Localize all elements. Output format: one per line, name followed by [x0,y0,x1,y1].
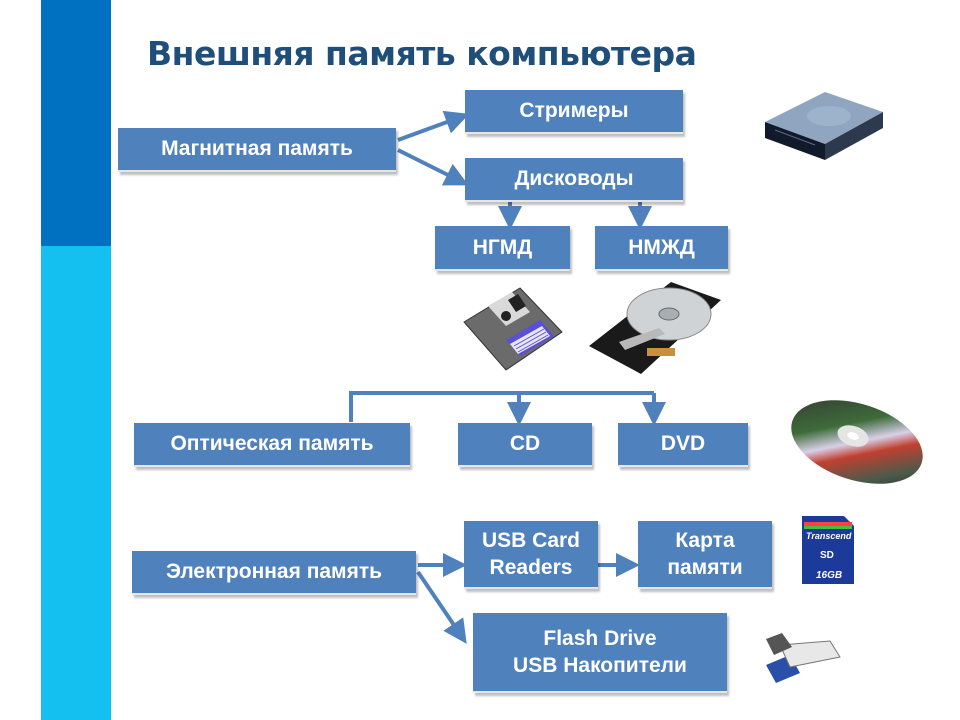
hdd-box: НМЖД [595,226,728,271]
flash-drive-line1: Flash Drive [543,626,657,650]
card-reader-line2: Readers [489,556,573,579]
slide-title: Внешняя память компьютера [147,34,697,73]
hdd-label: НМЖД [628,235,695,259]
optical-drive-icon [765,92,883,160]
electronic-memory-label: Электронная память [165,560,383,584]
memory-card-box: Карта памяти [638,521,772,589]
memory-card-line1: Карта [675,528,735,552]
dvd-box: DVD [618,423,748,467]
arrow-electronic-to-flash [416,570,467,644]
accent-bar-bottom [41,246,111,720]
fdd-label: НГМД [472,235,533,259]
flash-drive-box: Flash Drive USB Накопители [473,613,727,693]
card-reader-box: USB Card Readers [464,521,598,589]
card-reader-line1: USB Card [481,528,581,552]
drives-label: Дисководы [514,167,634,191]
arrow-magnetic-to-drives [397,148,469,186]
optical-memory-box: Оптическая память [134,423,410,467]
streamers-box: Стримеры [465,90,683,134]
dvd-label: DVD [660,432,706,456]
memory-card-line2: памяти [667,556,743,579]
sd-card-icon: Transcend SD 16GB [802,516,854,584]
magnetic-memory-label: Магнитная память [161,137,353,161]
usb-flash-icon [766,633,841,683]
flash-drive-line2: USB Накопители [513,654,687,677]
magnetic-memory-box: Магнитная память [118,128,396,172]
hard-disk-icon [589,282,721,374]
electronic-memory-box: Электронная память [132,551,416,595]
floppy-disk-icon [463,287,563,371]
sd-card-capacity: 16GB [816,570,842,581]
arrow-magnetic-to-streamers [397,110,470,142]
sd-card-brand: Transcend [806,531,852,541]
accent-bar-top [41,0,111,246]
optical-memory-label: Оптическая память [170,432,374,456]
cd-label: CD [509,432,541,456]
fdd-box: НГМД [435,226,570,271]
optical-disc-icon [791,400,923,484]
cd-box: CD [458,423,592,467]
streamers-label: Стримеры [519,99,629,123]
svg-text:SD: SD [820,550,834,561]
drives-box: Дисководы [465,158,683,202]
arrow-optical-bracket [349,391,654,422]
